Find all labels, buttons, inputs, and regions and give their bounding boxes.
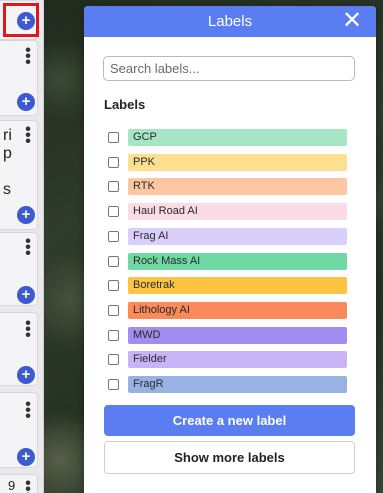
label-chip[interactable]: Frag AI — [128, 228, 347, 245]
section-heading: Labels — [104, 97, 146, 112]
label-checkbox[interactable] — [108, 379, 119, 390]
list-card[interactable]: • • • + — [0, 232, 38, 306]
search-labels-input[interactable] — [103, 56, 355, 81]
panel-header: Labels ✕ — [84, 6, 376, 37]
add-label-button[interactable]: + — [17, 366, 35, 384]
item-list-strip: + • • • + ri p s • • • + • • • + • • • + • • • + 9… — [0, 0, 44, 493]
label-chip[interactable]: GCP — [128, 129, 347, 146]
label-checkbox[interactable] — [108, 354, 119, 365]
truncated-title: ri — [3, 127, 12, 144]
label-row[interactable]: Frag AI — [108, 228, 348, 245]
highlight-box — [3, 3, 39, 37]
label-row[interactable]: Rock Mass AI — [108, 253, 348, 270]
add-label-button[interactable]: + — [17, 286, 35, 304]
add-label-button[interactable]: + — [17, 93, 35, 111]
label-checkbox[interactable] — [108, 231, 119, 242]
label-checkbox[interactable] — [108, 256, 119, 267]
add-label-button[interactable]: + — [17, 206, 35, 224]
label-checkbox[interactable] — [108, 280, 119, 291]
label-checkbox[interactable] — [108, 206, 119, 217]
kebab-menu-icon[interactable]: ••• — [25, 316, 31, 344]
label-checkbox[interactable] — [108, 157, 119, 168]
kebab-menu-icon[interactable]: ••• — [25, 122, 31, 150]
labels-panel: Labels ✕ Labels GCP PPK RTK Haul Road AI Fra… — [84, 6, 376, 493]
truncated-title: 9 — [8, 478, 16, 493]
label-row[interactable]: FragR — [108, 376, 348, 393]
label-chip[interactable]: RTK — [128, 178, 347, 195]
create-label-button[interactable]: Create a new label — [104, 405, 355, 436]
label-checkbox[interactable] — [108, 305, 119, 316]
label-chip[interactable]: FragR — [128, 376, 347, 393]
label-chip[interactable]: Haul Road AI — [128, 203, 347, 220]
panel-title: Labels — [207, 13, 253, 30]
label-row[interactable]: RTK — [108, 178, 348, 195]
list-card[interactable]: ri p s • • • + — [0, 120, 38, 230]
label-checkbox[interactable] — [108, 132, 119, 143]
kebab-menu-icon[interactable]: ••• — [25, 397, 31, 425]
label-row[interactable]: Fielder — [108, 351, 348, 368]
label-chip[interactable]: MWD — [128, 327, 347, 344]
label-chip[interactable]: Rock Mass AI — [128, 253, 347, 270]
list-card[interactable]: 9 ••• — [0, 474, 38, 493]
add-label-button[interactable]: + — [17, 448, 35, 466]
list-card[interactable]: • • • + — [0, 392, 38, 468]
label-chip[interactable]: PPK — [128, 154, 347, 171]
label-chip[interactable]: Fielder — [128, 351, 347, 368]
kebab-menu-icon[interactable]: ••• — [25, 43, 31, 71]
list-card[interactable]: • • • + — [0, 40, 38, 116]
list-card[interactable]: • • • + — [0, 312, 38, 386]
label-row[interactable]: Haul Road AI — [108, 203, 348, 220]
label-chip[interactable]: Boretrak — [128, 277, 347, 294]
label-chip[interactable]: Lithology AI — [128, 302, 347, 319]
label-row[interactable]: GCP — [108, 129, 348, 146]
label-checkbox[interactable] — [108, 330, 119, 341]
label-row[interactable]: PPK — [108, 154, 348, 171]
label-checkbox[interactable] — [108, 181, 119, 192]
truncated-title: s — [3, 181, 11, 198]
label-row[interactable]: Lithology AI — [108, 302, 348, 319]
close-icon[interactable]: ✕ — [342, 9, 362, 33]
truncated-title: p — [3, 145, 12, 162]
show-more-labels-button[interactable]: Show more labels — [104, 441, 355, 474]
kebab-menu-icon[interactable]: ••• — [25, 476, 31, 493]
label-row[interactable]: Boretrak — [108, 277, 348, 294]
kebab-menu-icon[interactable]: ••• — [25, 234, 31, 262]
label-row[interactable]: MWD — [108, 327, 348, 344]
